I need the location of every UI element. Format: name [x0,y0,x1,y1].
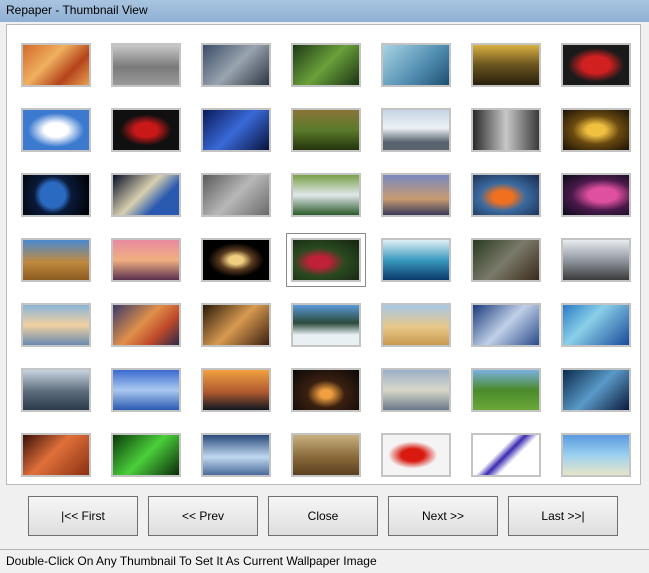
thumbnail-running-wolf[interactable] [291,433,361,477]
thumbnail-space-capsule[interactable] [111,173,181,217]
thumbnail-blue-river[interactable] [561,368,631,412]
thumbnail-dna-helix[interactable] [381,43,451,87]
window-title: Repaper - Thumbnail View [6,3,148,17]
thumbnail-grid [6,24,641,485]
thumbnail-forest-rays[interactable] [471,108,541,152]
first-button[interactable]: |<< First [28,496,138,536]
thumbnail-airplane-sky[interactable] [381,368,451,412]
thumbnail-red-berries-leaves[interactable] [286,233,366,287]
thumbnail-red-sports-car[interactable] [561,43,631,87]
thumbnail-forest-sunlight[interactable] [471,43,541,87]
thumbnail-roman-aqueduct[interactable] [21,238,91,282]
thumbnail-green-meadow[interactable] [471,368,541,412]
thumbnail-cave-lights[interactable] [561,108,631,152]
thumbnail-snowy-mountains[interactable] [381,108,451,152]
thumbnail-tropical-waterfall[interactable] [291,173,361,217]
next-button[interactable]: Next >> [388,496,498,536]
last-button[interactable]: Last >>| [508,496,618,536]
thumbnail-green-leaf-drops[interactable] [291,43,361,87]
thumbnail-desert-sky[interactable] [381,303,451,347]
status-text: Double-Click On Any Thumbnail To Set It … [6,554,377,568]
thumbnail-carrier-jet[interactable] [21,368,91,412]
thumbnail-antelope-canyon[interactable] [21,433,91,477]
thumbnail-cherry-tomatoes[interactable] [381,433,451,477]
status-bar: Double-Click On Any Thumbnail To Set It … [0,549,649,573]
thumbnail-tropical-beach[interactable] [561,433,631,477]
thumbnail-nebula-pink[interactable] [561,173,631,217]
thumbnail-cosmic-explosion[interactable] [201,303,271,347]
thumbnail-sand-dunes[interactable] [21,43,91,87]
repaper-window: Repaper - Thumbnail View |<< First << Pr… [0,0,649,573]
thumbnail-storm-clouds[interactable] [471,303,541,347]
thumbnail-fighter-jets[interactable] [201,43,271,87]
thumbnail-sunset-sea-stacks[interactable] [111,238,181,282]
thumbnail-coastal-aerial[interactable] [561,303,631,347]
prev-button[interactable]: << Prev [148,496,258,536]
thumbnail-silver-porsche[interactable] [561,238,631,282]
thumbnail-clownfish[interactable] [471,173,541,217]
thumbnail-tall-ship-sunset[interactable] [381,173,451,217]
thumbnail-earth-globe[interactable] [21,173,91,217]
thumbnail-green-aurora[interactable] [111,433,181,477]
thumbnail-sunset-silhouettes[interactable] [201,368,271,412]
close-button[interactable]: Close [268,496,378,536]
thumbnail-airshow-formation[interactable] [201,433,271,477]
thumbnail-night-plane-lights[interactable] [291,368,361,412]
title-bar[interactable]: Repaper - Thumbnail View [0,0,649,22]
thumbnail-clouds-blue-sky[interactable] [21,108,91,152]
thumbnail-jungle-waterfall[interactable] [291,108,361,152]
thumbnail-orange-nebula[interactable] [111,303,181,347]
thumbnail-blue-abstract-curve[interactable] [471,433,541,477]
thumbnail-red-car-black[interactable] [111,108,181,152]
thumbnail-ocean-wave[interactable] [381,238,451,282]
thumbnail-stealth-bomber[interactable] [111,43,181,87]
thumbnail-temple-tree-roots[interactable] [471,238,541,282]
thumbnail-blue-matrix[interactable] [201,108,271,152]
thumbnail-blurred-horizon[interactable] [21,303,91,347]
thumbnail-owl-gray[interactable] [201,173,271,217]
thumbnail-spiral-galaxy[interactable] [201,238,271,282]
thumbnail-snowy-lake-forest[interactable] [291,303,361,347]
thumbnail-jets-formation[interactable] [111,368,181,412]
